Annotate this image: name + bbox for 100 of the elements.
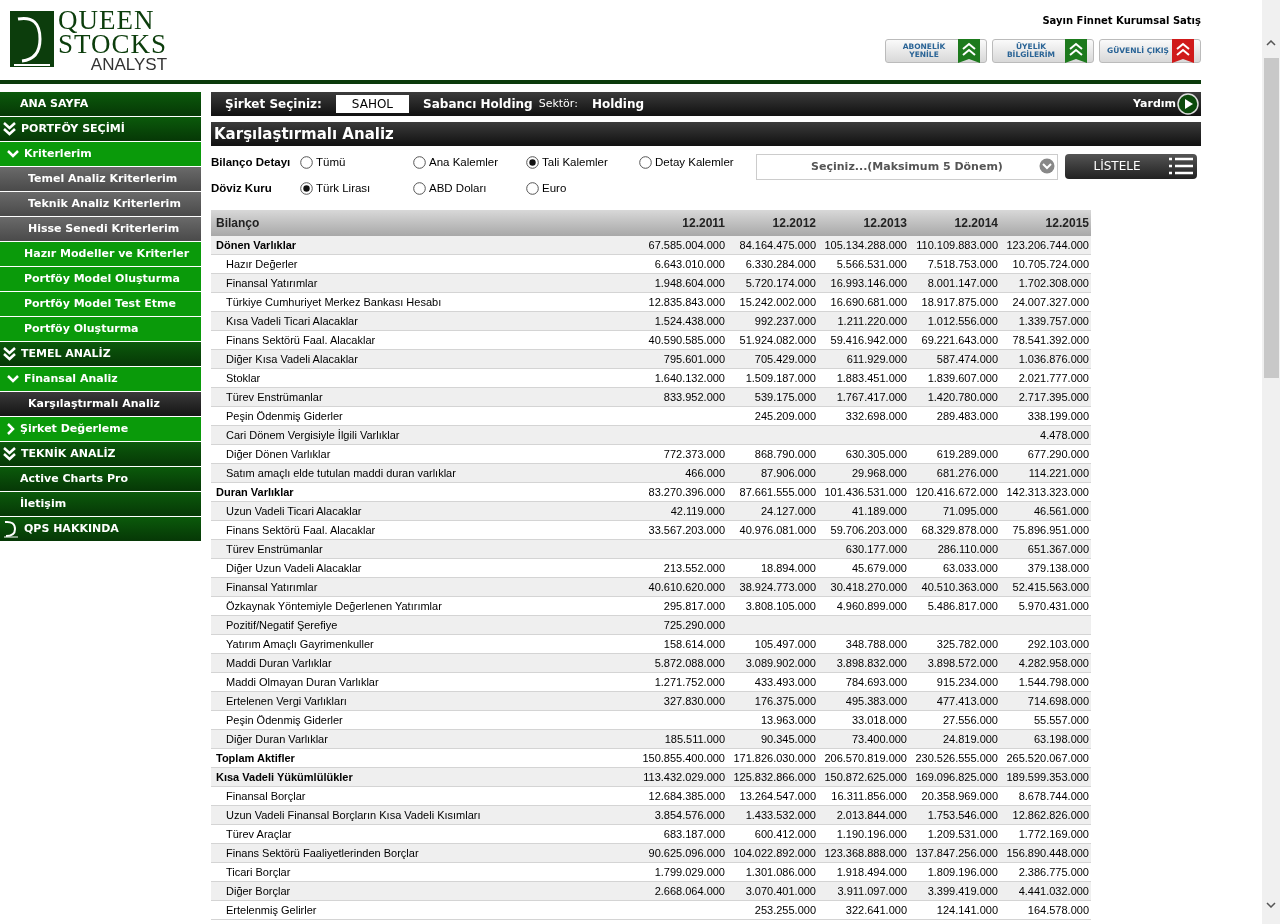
table-cell-text: Diğer Duran Varlıklar — [225, 732, 329, 748]
sidebar-item[interactable]: Active Charts Pro — [0, 466, 201, 491]
sidebar-item[interactable]: TEMEL ANALİZ — [0, 341, 201, 366]
double-chevron-icon — [3, 346, 16, 361]
table-cell-text: 332.698.000 — [844, 409, 907, 425]
sidebar-item[interactable]: İletişim — [0, 491, 201, 516]
radio-label[interactable]: Detay Kalemler — [655, 153, 734, 172]
radio-label[interactable]: Ana Kalemler — [429, 153, 499, 172]
table-cell-text: 24.127.000 — [759, 504, 816, 520]
sidebar-item[interactable]: Hazır Modeller ve Kriterler — [0, 241, 201, 266]
radio-label[interactable]: Tali Kalemler — [542, 153, 608, 172]
table-cell-text: 1.883.451.000 — [835, 371, 907, 387]
table-cell-text: 83.270.396.000 — [647, 485, 725, 501]
sidebar-item[interactable]: QPS HAKKINDA — [0, 516, 201, 541]
table-cell-text: Finansal Borçlar — [225, 789, 307, 805]
table-cell-text: 915.234.000 — [935, 675, 998, 691]
chevron-up-icon — [1172, 39, 1194, 63]
table-cell-text: 1.702.308.000 — [1017, 276, 1089, 292]
table-cell-text: 73.400.000 — [850, 732, 907, 748]
table-cell-text: Uzun Vadeli Ticari Alacaklar — [225, 504, 363, 520]
table-cell-text: 619.289.000 — [935, 447, 998, 463]
list-button[interactable]: LİSTELE — [1065, 153, 1197, 179]
radio-button[interactable] — [639, 156, 652, 169]
radio-button[interactable] — [413, 156, 426, 169]
sidebar-item[interactable]: PORTFÖY SEÇİMİ — [0, 116, 201, 141]
sidebar-item[interactable]: Temel Analiz Kriterlerim — [0, 166, 201, 191]
table-cell-text: 1.339.757.000 — [1017, 314, 1089, 330]
radio-label[interactable]: Euro — [542, 180, 567, 198]
radio-button[interactable] — [526, 156, 539, 169]
table-cell-text: 16.311.856.000 — [830, 789, 907, 805]
table-cell-text: Peşin Ödenmiş Giderler — [225, 409, 344, 425]
table-cell-text: 125.832.866.000 — [732, 770, 816, 786]
radio-button[interactable] — [300, 182, 313, 196]
sidebar-item[interactable]: Hisse Senedi Kriterlerim — [0, 216, 201, 241]
scrollbar[interactable] — [1262, 0, 1280, 924]
table-cell-text: Diğer Kısa Vadeli Alacaklar — [225, 352, 359, 368]
sidebar-item[interactable]: TEKNİK ANALİZ — [0, 441, 201, 466]
table-cell-text: 1.524.438.000 — [653, 314, 725, 330]
table-cell-text: 12.835.843.000 — [647, 295, 725, 311]
radio-label[interactable]: Türk Lirası — [316, 180, 371, 198]
filter-label: Bilanço Detayı — [211, 154, 292, 170]
period-select[interactable]: Seçiniz...(Maksimum 5 Dönem) — [756, 153, 1058, 180]
logo-mark-icon — [3, 519, 19, 538]
scroll-up-icon[interactable] — [1266, 40, 1276, 46]
table-cell-text: 41.189.000 — [850, 504, 907, 520]
table-cell-text: 110.109.883.000 — [915, 238, 998, 254]
radio-button[interactable] — [413, 182, 426, 196]
table-cell-text: Finans Sektörü Faaliyetlerinden Borçlar — [225, 846, 420, 862]
table-cell-text: 176.375.000 — [753, 694, 816, 710]
table-cell-text: 8.001.147.000 — [926, 276, 998, 292]
table-cell-text: 13.264.547.000 — [738, 789, 816, 805]
chevron-right-icon — [7, 422, 15, 435]
table-cell-text: 1.433.532.000 — [744, 808, 816, 824]
help-link[interactable]: Yardım — [1133, 92, 1199, 115]
table-cell-text: 1.036.876.000 — [1017, 352, 1089, 368]
sidebar-item[interactable]: Karşılaştırmalı Analiz — [0, 391, 201, 416]
column-header: 12.2013 — [862, 215, 907, 233]
table-cell-text: 137.847.256.000 — [914, 846, 998, 862]
company-code-field[interactable]: SAHOL — [335, 94, 410, 113]
sidebar-item[interactable]: Teknik Analiz Kriterlerim — [0, 191, 201, 216]
table-cell-text: 1.767.417.000 — [835, 390, 907, 406]
table-cell-text: Ticari Borçlar — [225, 865, 292, 881]
table-cell-text: 158.614.000 — [662, 637, 725, 653]
table-cell-text: 289.483.000 — [935, 409, 998, 425]
sidebar-item[interactable]: Portföy Model Oluşturma — [0, 266, 201, 291]
company-label: Şirket Seçiniz: — [225, 95, 322, 113]
sidebar-item[interactable]: ANA SAYFA — [0, 91, 201, 116]
table-cell-text: 3.898.572.000 — [926, 656, 998, 672]
table-cell-text: 24.819.000 — [941, 732, 998, 748]
column-header: 12.2014 — [953, 215, 998, 233]
table-cell-text: 12.684.385.000 — [647, 789, 725, 805]
radio-button[interactable] — [300, 156, 313, 169]
sidebar-item[interactable]: Kriterlerim — [0, 141, 201, 166]
radio-button[interactable] — [526, 182, 539, 196]
table-cell-text: 677.290.000 — [1026, 447, 1089, 463]
sidebar-item[interactable]: Portföy Oluşturma — [0, 316, 201, 341]
table-cell-text: 1.772.169.000 — [1017, 827, 1089, 843]
table-cell-text: 69.221.643.000 — [920, 333, 998, 349]
table-cell-text: 104.022.892.000 — [732, 846, 816, 862]
sidebar-item[interactable]: Şirket Değerleme — [0, 416, 201, 441]
table-cell-text: 27.556.000 — [941, 713, 998, 729]
table-cell-text: 3.911.097.000 — [836, 884, 907, 900]
radio-label[interactable]: Tümü — [316, 153, 346, 172]
table-cell-text: 123.206.744.000 — [1005, 238, 1089, 254]
sector-name: Holding — [591, 95, 645, 113]
table-cell-text: Duran Varlıklar — [215, 485, 295, 501]
scroll-down-icon[interactable] — [1266, 902, 1276, 908]
table-cell-text: 5.872.088.000 — [653, 656, 725, 672]
table-cell-text: 63.033.000 — [941, 561, 998, 577]
radio-label[interactable]: ABD Doları — [429, 180, 487, 198]
table-cell-text: 1.301.086.000 — [744, 865, 816, 881]
table-cell-text: 379.138.000 — [1026, 561, 1089, 577]
table-cell-text: 348.788.000 — [844, 637, 907, 653]
table-cell-text: 230.526.555.000 — [914, 751, 998, 767]
scrollbar-thumb[interactable] — [1263, 58, 1279, 378]
sidebar-item[interactable]: Finansal Analiz — [0, 366, 201, 391]
table-cell-text: 75.896.951.000 — [1011, 523, 1089, 539]
table-cell-text: 868.790.000 — [753, 447, 816, 463]
table-cell-text: Cari Dönem Vergisiyle İlgili Varlıklar — [225, 428, 401, 444]
sidebar-item[interactable]: Portföy Model Test Etme — [0, 291, 201, 316]
